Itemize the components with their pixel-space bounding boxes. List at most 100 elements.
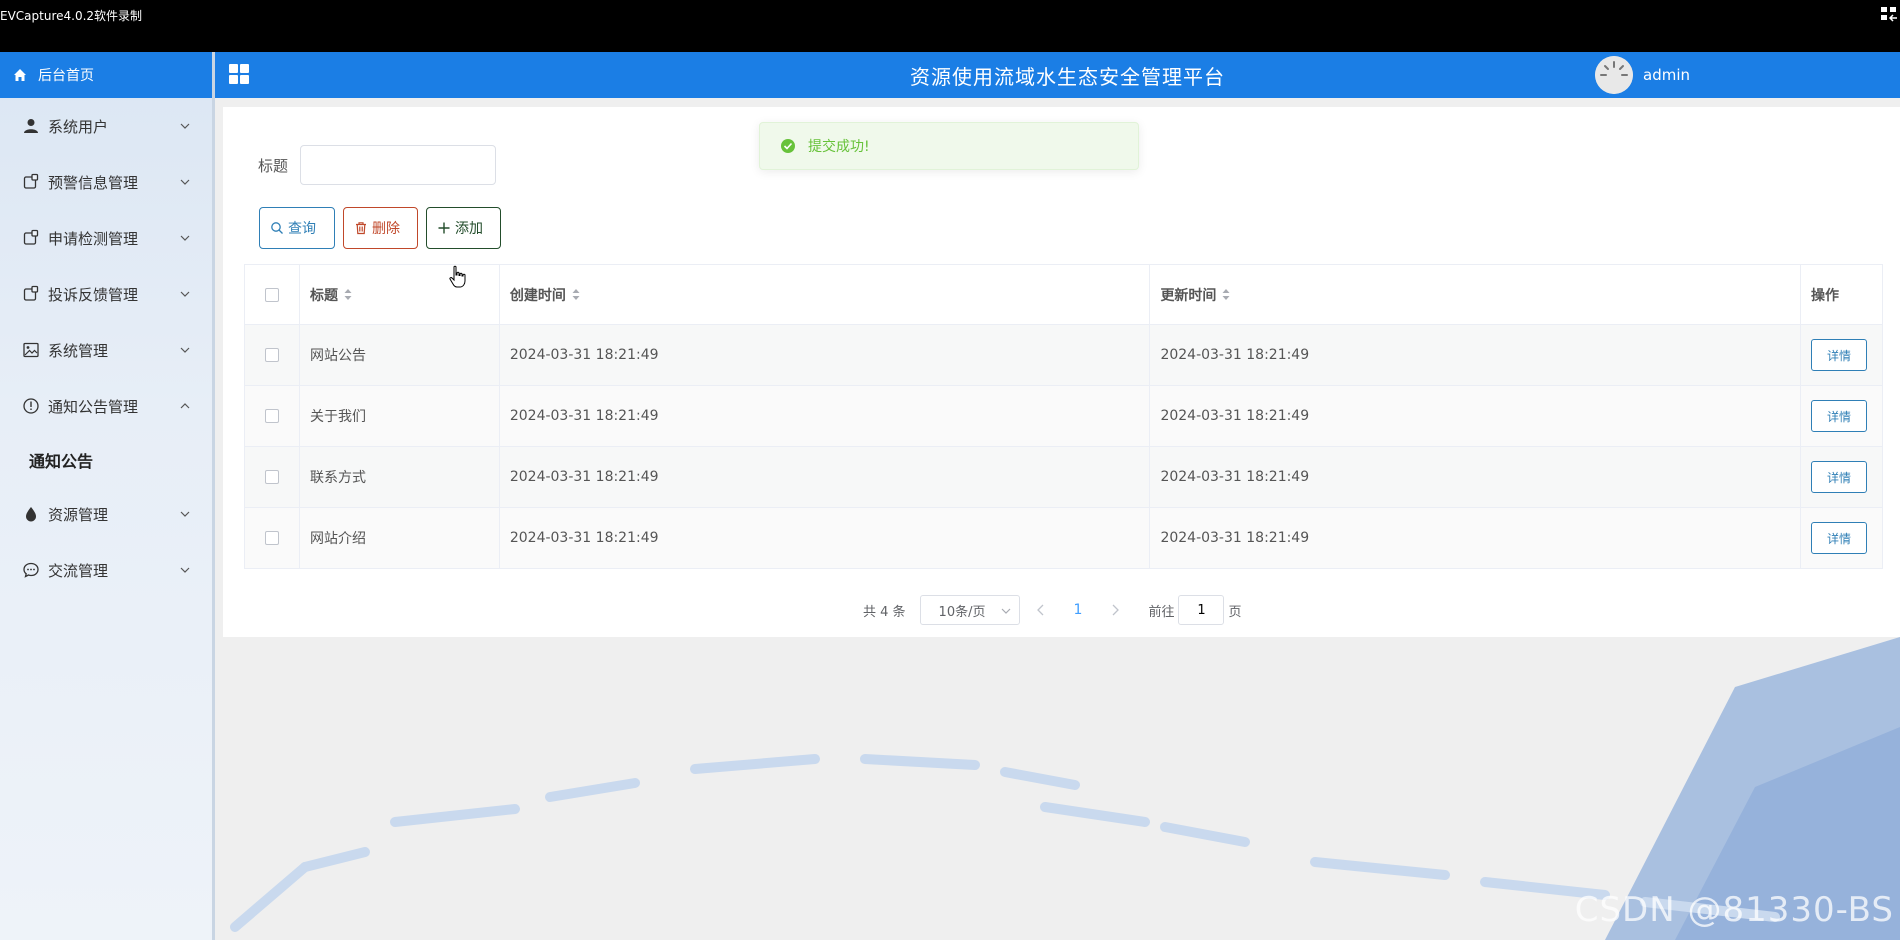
image-icon xyxy=(23,342,39,358)
sidebar-home-label: 后台首页 xyxy=(38,68,94,84)
sidebar-item-warning[interactable]: 预警信息管理 xyxy=(0,154,212,210)
search-label: 标题 xyxy=(258,156,289,175)
table-row[interactable]: 网站公告 2024-03-31 18:21:49 2024-03-31 18:2… xyxy=(245,325,1883,386)
next-page-icon[interactable] xyxy=(1108,603,1122,617)
column-header-title[interactable]: 标题 xyxy=(300,265,500,324)
cell-updated: 2024-03-31 18:21:49 xyxy=(1150,386,1802,446)
detail-button[interactable]: 详情 xyxy=(1811,400,1868,432)
goto-page-input[interactable] xyxy=(1178,595,1225,625)
cell-title: 联系方式 xyxy=(300,447,500,507)
document-icon xyxy=(23,285,39,301)
sidebar-item-system-users[interactable]: 系统用户 xyxy=(0,98,212,154)
sidebar-item-label: 系统用户 xyxy=(48,117,109,136)
sidebar-item-label: 预警信息管理 xyxy=(48,173,139,192)
delete-button-label: 删除 xyxy=(372,221,400,237)
column-header-label: 标题 xyxy=(309,287,338,304)
recorder-title: EVCapture4.0.2软件录制 xyxy=(0,9,143,23)
sidebar-item-exchange[interactable]: 交流管理 xyxy=(0,542,212,598)
page-size-value: 10条/页 xyxy=(938,604,986,620)
sort-icon[interactable] xyxy=(1222,288,1230,301)
sidebar-item-notices[interactable]: 通知公告管理 xyxy=(0,378,212,434)
recorder-bar: EVCapture4.0.2软件录制 xyxy=(0,0,1900,52)
table-row[interactable]: 网站介绍 2024-03-31 18:21:49 2024-03-31 18:2… xyxy=(245,508,1883,569)
sidebar-item-label: 系统管理 xyxy=(48,341,109,360)
avatar[interactable] xyxy=(1595,56,1633,94)
page-suffix: 页 xyxy=(1228,604,1242,620)
sort-icon[interactable] xyxy=(344,288,352,301)
row-select-cell xyxy=(245,447,300,507)
avatar-image xyxy=(1595,56,1633,94)
pagination-total: 共 4 条 xyxy=(863,604,906,620)
column-header-created[interactable]: 创建时间 xyxy=(500,265,1151,324)
sort-icon[interactable] xyxy=(572,288,580,301)
chevron-down-icon xyxy=(180,347,190,353)
sidebar-item-system-admin[interactable]: 系统管理 xyxy=(0,322,212,378)
page-title: 资源使用流域水生态安全管理平台 xyxy=(910,65,1225,89)
table-row[interactable]: 关于我们 2024-03-31 18:21:49 2024-03-31 18:2… xyxy=(245,386,1883,447)
success-toast: 提交成功! xyxy=(759,122,1139,170)
sidebar-item-label: 资源管理 xyxy=(48,505,109,524)
watermark: CSDN @81330-BS xyxy=(1574,890,1894,930)
column-header-updated[interactable]: 更新时间 xyxy=(1150,265,1802,324)
home-icon xyxy=(14,69,26,81)
chevron-down-icon xyxy=(180,123,190,129)
column-header-label: 操作 xyxy=(1811,287,1840,304)
select-all-cell xyxy=(245,265,300,324)
table-row[interactable]: 联系方式 2024-03-31 18:21:49 2024-03-31 18:2… xyxy=(245,447,1883,508)
sidebar-item-label: 通知公告管理 xyxy=(48,397,139,416)
row-checkbox[interactable] xyxy=(264,470,279,484)
title-search-input[interactable] xyxy=(300,145,497,185)
row-checkbox[interactable] xyxy=(264,348,279,362)
fullscreen-icon[interactable] xyxy=(1880,6,1898,22)
sidebar-item-label: 投诉反馈管理 xyxy=(48,285,139,304)
sidebar-subitem-notice[interactable]: 通知公告 xyxy=(0,434,212,486)
current-page[interactable]: 1 xyxy=(1074,602,1083,618)
grid-menu-icon[interactable] xyxy=(227,62,251,86)
page-size-select[interactable]: 10条/页 xyxy=(919,595,1020,625)
sidebar: 后台首页 系统用户 预警信息管理 申请检测管理 投诉反馈管理 系统管理 通知公告… xyxy=(0,52,215,940)
detail-button[interactable]: 详情 xyxy=(1811,522,1868,554)
row-select-cell xyxy=(245,325,300,385)
search-row: 标题 xyxy=(258,145,497,185)
sidebar-item-resources[interactable]: 资源管理 xyxy=(0,486,212,542)
row-checkbox[interactable] xyxy=(264,409,279,423)
chevron-down-icon xyxy=(1001,608,1010,614)
cell-updated: 2024-03-31 18:21:49 xyxy=(1150,325,1802,385)
row-checkbox[interactable] xyxy=(264,531,279,545)
toast-message: 提交成功! xyxy=(808,139,870,155)
pagination: 共 4 条 10条/页 1 前往 页 xyxy=(863,595,1242,625)
info-icon xyxy=(23,398,39,414)
cell-created: 2024-03-31 18:21:49 xyxy=(500,508,1151,568)
table-header-row: 标题 创建时间 更新时间 操作 xyxy=(245,265,1883,325)
cell-title: 网站介绍 xyxy=(300,508,500,568)
chevron-up-icon xyxy=(180,403,190,409)
chevron-down-icon xyxy=(180,511,190,517)
delete-button[interactable]: 删除 xyxy=(343,207,418,249)
prev-page-icon[interactable] xyxy=(1034,603,1048,617)
sidebar-item-detection[interactable]: 申请检测管理 xyxy=(0,210,212,266)
column-header-label: 更新时间 xyxy=(1160,287,1217,304)
app-window: 后台首页 系统用户 预警信息管理 申请检测管理 投诉反馈管理 系统管理 通知公告… xyxy=(0,52,1900,940)
add-button[interactable]: 添加 xyxy=(426,207,501,249)
search-icon xyxy=(271,222,283,234)
row-select-cell xyxy=(245,508,300,568)
sidebar-item-home[interactable]: 后台首页 xyxy=(0,52,212,98)
document-icon xyxy=(23,173,39,189)
detail-button[interactable]: 详情 xyxy=(1811,339,1868,371)
chevron-down-icon xyxy=(180,291,190,297)
cell-action: 详情 xyxy=(1801,386,1883,446)
select-all-checkbox[interactable] xyxy=(264,287,279,302)
query-button[interactable]: 查询 xyxy=(259,207,335,249)
cell-title: 关于我们 xyxy=(300,386,500,446)
content-card: 标题 查询 删除 添加 标题 创建时间 更新时间 操作 网站公告 2024-03… xyxy=(223,107,1900,637)
username[interactable]: admin xyxy=(1643,66,1690,84)
chevron-down-icon xyxy=(180,235,190,241)
document-icon xyxy=(23,229,39,245)
sidebar-item-complaints[interactable]: 投诉反馈管理 xyxy=(0,266,212,322)
detail-button[interactable]: 详情 xyxy=(1811,461,1868,493)
water-drop-icon xyxy=(26,507,36,522)
column-header-action: 操作 xyxy=(1801,265,1883,324)
goto-label: 前往 xyxy=(1148,604,1175,620)
user-icon xyxy=(24,119,38,133)
chat-icon xyxy=(23,562,39,578)
